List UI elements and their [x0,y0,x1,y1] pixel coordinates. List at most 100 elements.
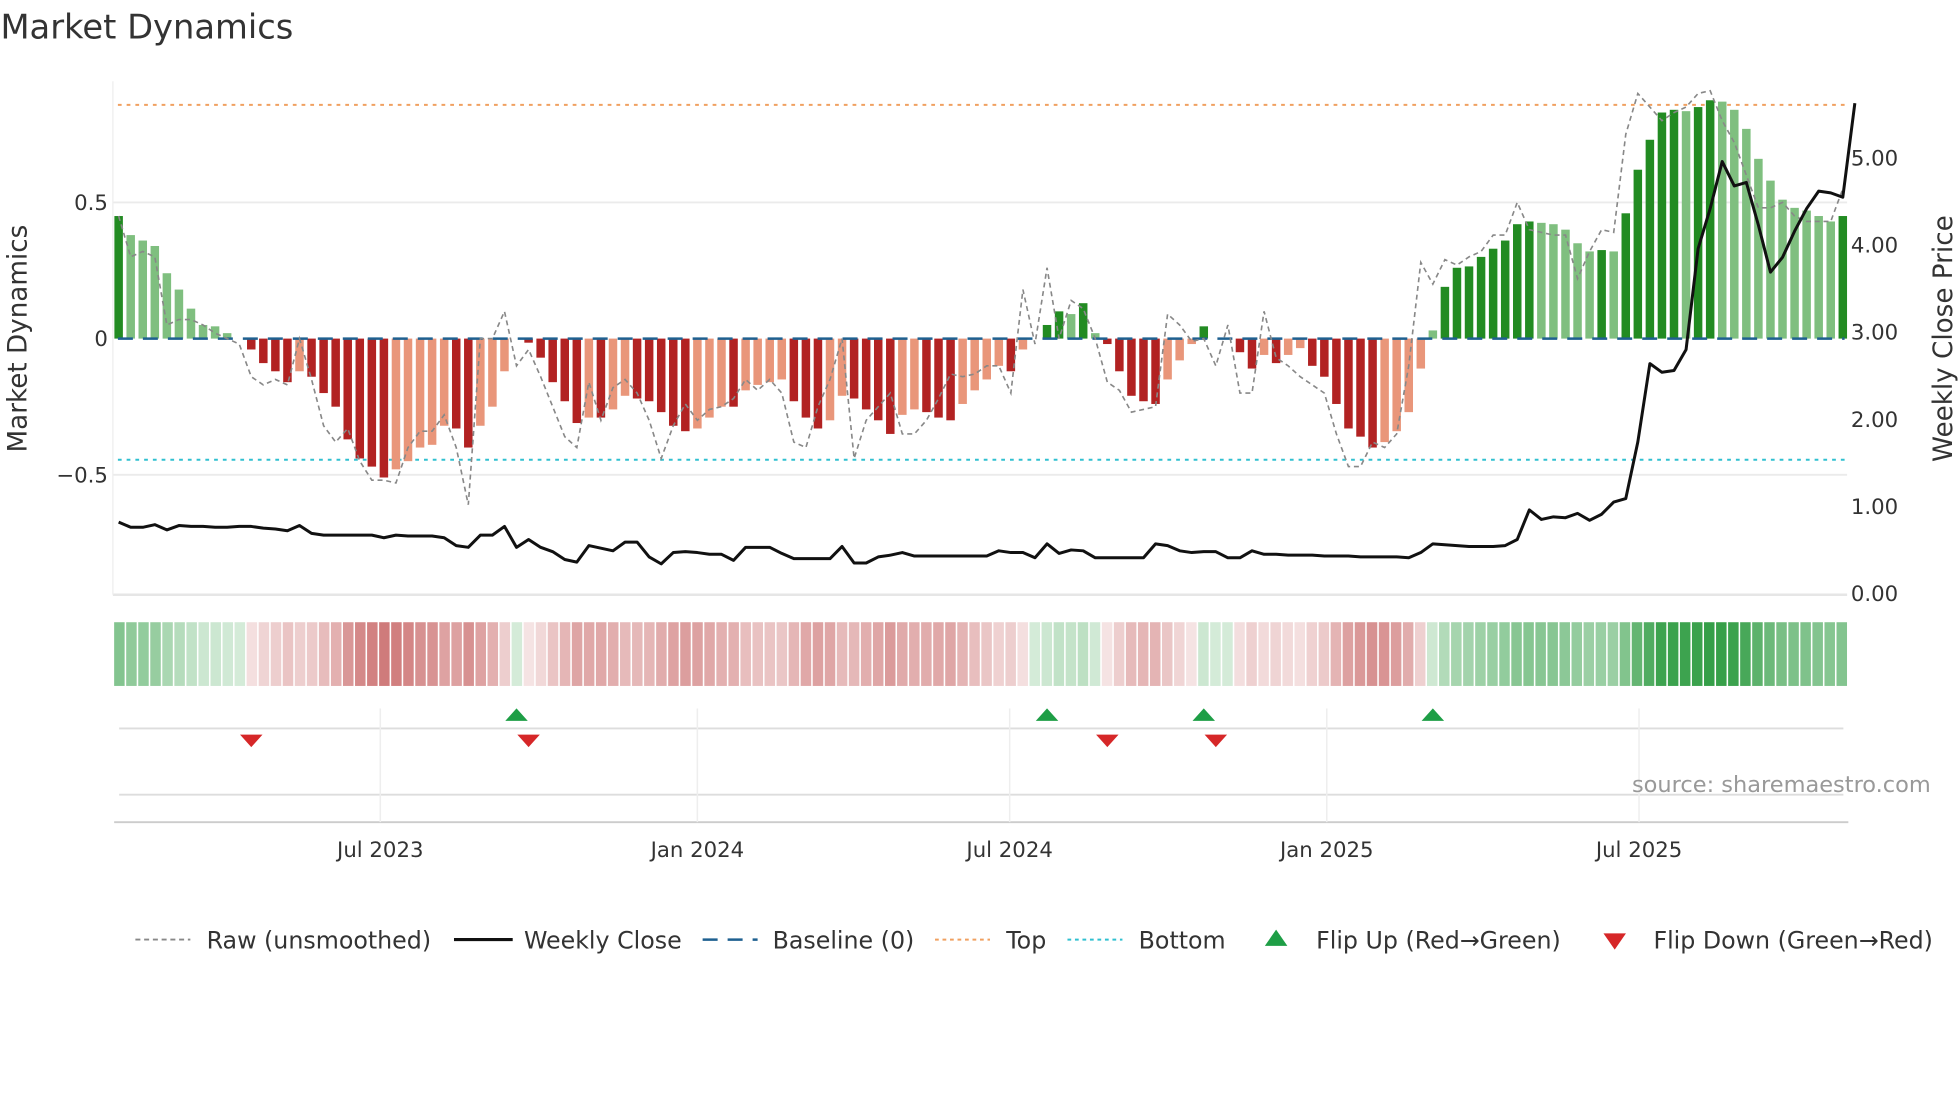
heatmap-cell [1029,622,1041,686]
bar [1042,324,1052,339]
bar [1247,338,1257,369]
x-tick-label: Jan 2025 [1278,838,1374,863]
heatmap-cell [571,622,583,686]
heatmap-cell [318,622,330,686]
heatmap-cell [764,622,776,686]
bar [1778,199,1787,339]
heatmap-cell [1390,622,1402,686]
heatmap-cell [1041,622,1053,686]
bar [1356,338,1365,437]
bar [427,338,437,445]
bar [753,338,762,385]
bar [1669,109,1679,339]
heatmap-cell [776,622,788,686]
heatmap-cell [270,622,282,686]
heatmap-cell [824,622,836,686]
heatmap-cell [1426,622,1438,686]
heatmap-cell [403,622,414,686]
bar [1754,158,1763,339]
bar [331,338,340,407]
heatmap-cell [860,622,872,686]
bar [729,338,738,407]
bar [813,338,823,429]
heatmap-cell [1776,622,1787,686]
y2-tick-label: 0.00 [1851,582,1898,607]
bar [1259,338,1269,355]
bar [1488,248,1498,339]
bar [910,338,919,410]
y2-tick-label: 5.00 [1851,147,1898,172]
heatmap-strip [114,622,1848,686]
flip-up-marker [1421,708,1445,721]
y2-axis-label: Weekly Close Price [1929,215,1959,462]
heatmap-cell [704,622,715,686]
heatmap-cell [644,622,655,686]
bar [1621,213,1631,339]
heatmap-cell [306,622,318,686]
heatmap-cell [1089,622,1101,686]
bar [1657,112,1667,339]
bar [1633,169,1643,339]
bar [1139,338,1148,402]
bar [307,338,316,377]
heatmap-cell [1499,622,1510,686]
bar [608,338,618,410]
heatmap-cell [1174,622,1185,686]
bar [1127,338,1136,396]
bar [1693,107,1703,339]
bar [717,338,726,407]
bar [1115,338,1124,372]
heatmap-cell [330,622,342,686]
bar [464,338,473,448]
flip-markers-panel [114,708,1849,824]
bar [886,338,895,434]
heatmap-cell [234,622,246,686]
heatmap-cell [1800,622,1811,686]
heatmap-cell [379,622,390,686]
bar [174,289,184,339]
heatmap-cell [1716,622,1727,686]
heatmap-cell [1691,622,1703,686]
bar [198,324,208,339]
bar [1717,101,1727,339]
heatmap-cell [282,622,294,686]
heatmap-cell [126,622,137,686]
bar [1235,338,1245,353]
bar [873,338,883,421]
bar [934,338,943,418]
flip-up-marker [1035,708,1059,721]
y2-tick-label: 1.00 [1851,495,1898,520]
heatmap-cell [1475,622,1486,686]
bar [355,338,365,459]
heatmap-cell [969,622,980,686]
heatmap-cell [1414,622,1426,686]
bar [271,338,280,372]
heatmap-cell [294,622,306,686]
heatmap-cell [1728,622,1739,686]
bar [1645,139,1655,339]
bar [1802,210,1811,339]
bar [777,338,787,380]
heatmap-cell [1149,622,1161,686]
heatmap-cell [884,622,896,686]
heatmap-cell [355,622,366,686]
x-tick-label: Jul 2024 [964,838,1052,863]
heatmap-cell [1342,622,1354,686]
bar [1681,111,1691,339]
bar [1440,286,1450,339]
bar [681,338,690,432]
heatmap-cell [1583,622,1595,686]
bar [789,338,799,402]
market-dynamics-chart: Market Dynamics Jul 2023 Jan 2024 Jul 2024… [0,8,1959,955]
flip-down-marker [240,734,263,748]
bar [982,338,991,380]
heatmap-cell [1619,622,1631,686]
heatmap-cell [909,622,920,686]
heatmap-cell [1137,622,1149,686]
bar [1500,240,1510,339]
bar [186,308,196,339]
heatmap-cell [114,622,125,686]
y-tick-label: −0.5 [56,463,108,488]
heatmap-cell [186,622,197,686]
heatmap-cell [1306,622,1318,686]
